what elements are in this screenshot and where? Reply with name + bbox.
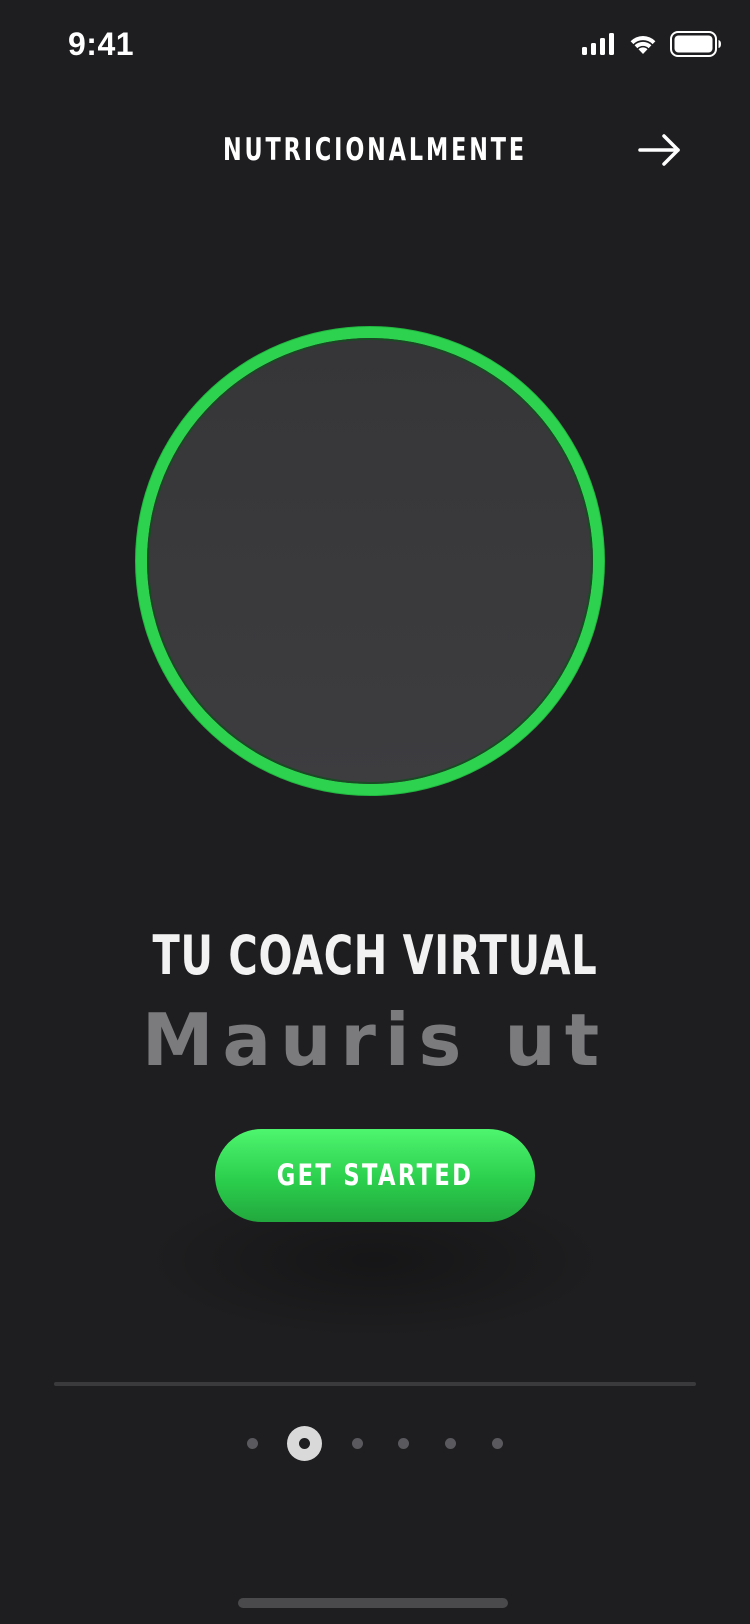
headline: TU COACH VIRTUAL [152,924,598,987]
get-started-button[interactable]: GET STARTED [215,1129,535,1222]
status-icons [582,30,722,62]
arrow-right-icon [636,134,684,178]
status-bar: 9:41 [0,0,750,90]
nav-header: NUTRICIONALMENTE [0,110,750,190]
avatar-placeholder [147,338,593,784]
app-title: NUTRICIONALMENTE [222,132,528,168]
page-dot-5[interactable] [445,1438,456,1449]
divider [54,1382,696,1386]
page-indicator [0,1408,750,1478]
get-started-label: GET STARTED [276,1158,474,1192]
page-dot-4[interactable] [398,1438,409,1449]
signal-icon [582,32,616,60]
page-dot-2-active[interactable] [287,1426,322,1461]
status-time: 9:41 [68,26,135,62]
home-indicator[interactable] [238,1598,508,1608]
next-button[interactable] [636,126,684,174]
wifi-icon [628,33,658,60]
page-dot-6[interactable] [492,1438,503,1449]
subheadline: Mauris ut [141,998,609,1082]
page-dot-3[interactable] [352,1438,363,1449]
avatar-ring [136,327,604,795]
battery-icon [670,30,722,62]
page-dot-1[interactable] [247,1438,258,1449]
